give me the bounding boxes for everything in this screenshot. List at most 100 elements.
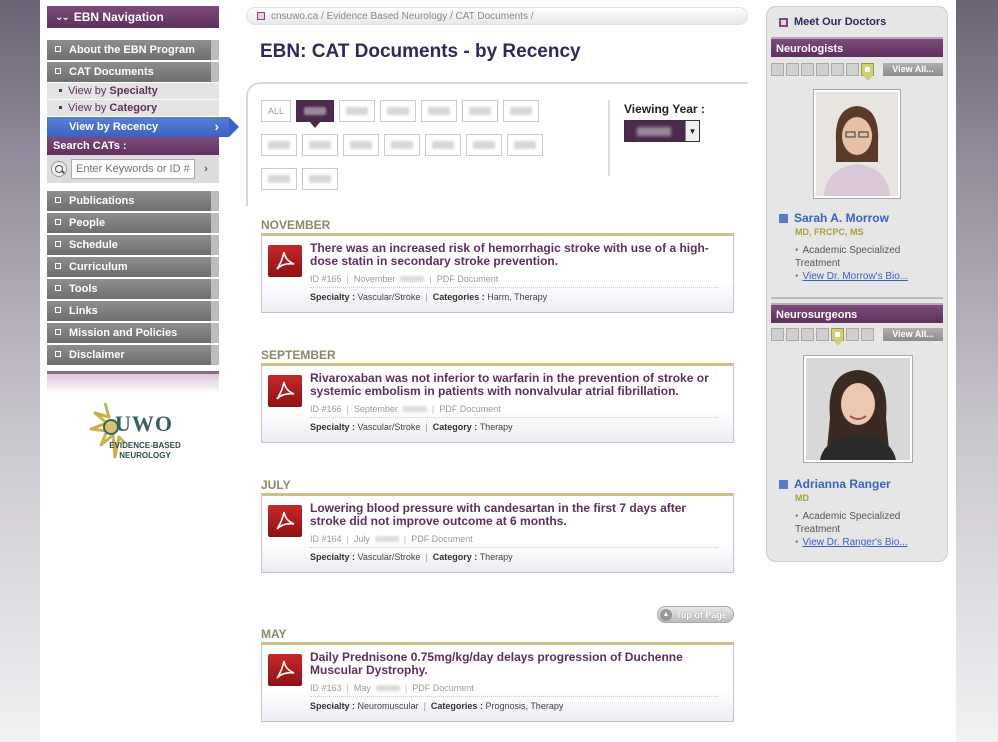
pager-dot[interactable]: [861, 327, 874, 341]
uwo-ebn-logo[interactable]: UWO EVIDENCE-BASED NEUROLOGY: [85, 395, 195, 475]
doctor-bio-link[interactable]: • View Dr. Ranger's Bio...: [795, 537, 908, 548]
year-filter[interactable]: [466, 134, 502, 156]
year-filter[interactable]: [302, 168, 338, 190]
pager-dot[interactable]: [786, 62, 799, 76]
cat-title-link[interactable]: Lowering blood pressure with candesartan…: [310, 502, 725, 528]
category-value: Therapy: [479, 552, 513, 562]
nav-item-about[interactable]: About the EBN Program: [47, 40, 219, 60]
nav-item-disclaimer[interactable]: Disclaimer: [47, 345, 219, 365]
specialty-label: Specialty :: [310, 422, 356, 432]
year-filter[interactable]: [503, 100, 539, 122]
pager-dot[interactable]: [816, 327, 829, 341]
chevron-down-icon[interactable]: ▼: [685, 121, 699, 141]
search-row: ›: [47, 155, 219, 183]
group-heading-neurosurgeons: Neurosurgeons: [771, 303, 943, 323]
doctor-photo[interactable]: [803, 355, 913, 463]
pager-dot[interactable]: [846, 327, 859, 341]
group-heading-neurologists: Neurologists: [771, 37, 943, 57]
doctor-portrait-icon: [816, 92, 898, 196]
year-filter[interactable]: [421, 100, 457, 122]
pager-dot[interactable]: [771, 62, 784, 76]
logo-band: [47, 371, 219, 393]
year-filter[interactable]: [343, 134, 379, 156]
top-of-page-button[interactable]: ▲ Top of Page: [657, 606, 734, 623]
nav-item-publications[interactable]: Publications: [47, 191, 219, 211]
nav-item-recency-active[interactable]: View by Recency ›: [47, 117, 239, 137]
viewing-year-label: Viewing Year :: [624, 102, 705, 116]
year-filter[interactable]: [425, 134, 461, 156]
nav-item-people[interactable]: People: [47, 213, 219, 233]
cat-title-link[interactable]: Rivaroxaban was not inferior to warfarin…: [310, 372, 725, 398]
pager-dot[interactable]: [801, 62, 814, 76]
view-all-button[interactable]: View All...: [883, 62, 943, 76]
pager-dot[interactable]: [786, 327, 799, 341]
cat-card: Rivaroxaban was not inferior to warfarin…: [261, 363, 734, 443]
year-filter[interactable]: [261, 134, 297, 156]
cat-type: PDF Document: [411, 534, 473, 544]
nav-header[interactable]: ⌄⌄ EBN Navigation: [47, 6, 219, 28]
pager-dot[interactable]: [846, 62, 859, 76]
cat-title-link[interactable]: Daily Prednisone 0.75mg/kg/day delays pr…: [310, 651, 725, 677]
logo-line: EVIDENCE-BASED: [109, 441, 181, 450]
cat-meta: ID #165 | November | PDF Document: [310, 274, 718, 288]
pager-dot[interactable]: [831, 62, 844, 76]
year-filter[interactable]: [384, 134, 420, 156]
specialty-value: Vascular/Stroke: [357, 422, 421, 432]
cat-id: ID #165: [310, 274, 342, 284]
nav-item-cat-documents[interactable]: CAT Documents: [47, 62, 219, 82]
pdf-icon[interactable]: [268, 505, 302, 537]
doctor-name-text: Sarah A. Morrow: [794, 211, 889, 225]
year-filter-selected[interactable]: [296, 100, 334, 128]
search-input[interactable]: [71, 159, 195, 179]
view-all-button[interactable]: View All...: [883, 327, 943, 341]
logo-text: UWO: [115, 411, 173, 436]
pager-dot[interactable]: [771, 327, 784, 341]
doctor-pager: View All...: [771, 327, 943, 346]
pager-dot[interactable]: [816, 62, 829, 76]
nav-sub-category[interactable]: View by Category: [47, 100, 219, 117]
year-filter[interactable]: [339, 100, 375, 122]
nav-item-links[interactable]: Links: [47, 301, 219, 321]
doctor-pager: View All...: [771, 62, 943, 81]
pdf-icon[interactable]: [268, 245, 302, 277]
year-filter[interactable]: [380, 100, 416, 122]
category-label: Category :: [432, 552, 478, 562]
viewing-year-select[interactable]: ▼: [624, 120, 700, 142]
nav-item-tools[interactable]: Tools: [47, 279, 219, 299]
nav-item-mission[interactable]: Mission and Policies: [47, 323, 219, 343]
pager-dot-active[interactable]: [831, 327, 844, 346]
search-go-button[interactable]: ›: [199, 159, 213, 179]
doctor-name[interactable]: Sarah A. Morrow: [779, 211, 889, 225]
double-chevron-down-icon: ⌄⌄: [55, 11, 70, 23]
year-filter[interactable]: [462, 100, 498, 122]
pager-dot-active[interactable]: [861, 62, 874, 81]
year-filter-all[interactable]: ALL: [261, 100, 291, 122]
year-filter[interactable]: [302, 134, 338, 156]
category-value: Prognosis, Therapy: [485, 701, 564, 711]
breadcrumb-text[interactable]: cnsuwo.ca / Evidence Based Neurology / C…: [271, 11, 534, 22]
doctor-photo[interactable]: [813, 89, 901, 199]
doctor-name[interactable]: Adrianna Ranger: [779, 477, 891, 491]
nav-item-schedule[interactable]: Schedule: [47, 235, 219, 255]
specialty-label: Specialty :: [310, 701, 356, 711]
nav-sub-specialty[interactable]: View by Specialty: [47, 83, 219, 100]
cat-title-link[interactable]: There was an increased risk of hemorrhag…: [310, 242, 725, 268]
specialty-value: Neuromuscular: [357, 701, 419, 711]
doctor-bio-text: View Dr. Ranger's Bio...: [802, 537, 908, 548]
cat-meta: ID #163 | May | PDF Document: [310, 683, 718, 697]
year-filter[interactable]: [507, 134, 543, 156]
category-label: Categories :: [430, 701, 483, 711]
nav-item-curriculum[interactable]: Curriculum: [47, 257, 219, 277]
year-filter[interactable]: [261, 168, 297, 190]
bullet-icon: [59, 88, 62, 92]
cat-card: There was an increased risk of hemorrhag…: [261, 233, 734, 313]
meet-doctors-heading: Meet Our Doctors: [779, 16, 886, 28]
doctor-specialty: • Academic Specialized Treatment: [795, 245, 901, 269]
cat-date: July: [353, 534, 370, 544]
pager-dot[interactable]: [801, 327, 814, 341]
nav-sub-bold: Specialty: [109, 85, 158, 97]
category-label: Category :: [432, 422, 478, 432]
doctor-bio-link[interactable]: • View Dr. Morrow's Bio...: [795, 271, 908, 282]
pdf-icon[interactable]: [268, 654, 302, 686]
pdf-icon[interactable]: [268, 375, 302, 407]
